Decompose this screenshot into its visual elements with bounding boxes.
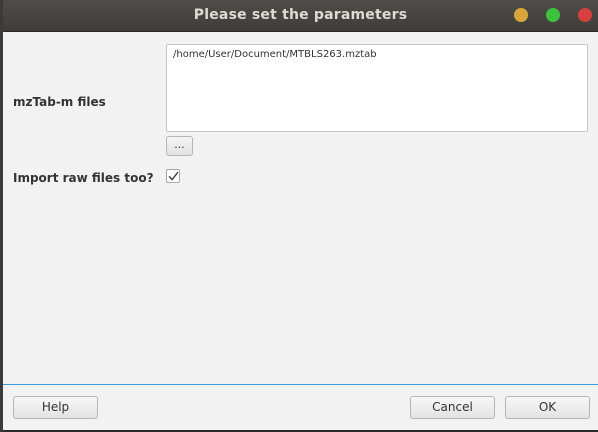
ok-button[interactable]: OK (505, 396, 590, 419)
parameters-dialog: Please set the parameters mzTab-m files … (0, 0, 598, 432)
checkmark-icon (168, 171, 179, 181)
maximize-button[interactable] (546, 8, 560, 22)
minimize-button[interactable] (514, 8, 528, 22)
help-button[interactable]: Help (13, 396, 98, 419)
cancel-button[interactable]: Cancel (410, 396, 495, 419)
file-entry[interactable]: /home/User/Document/MTBLS263.mztab (173, 49, 581, 60)
mztab-files-label: mzTab-m files (13, 95, 106, 109)
title-bar[interactable]: Please set the parameters (3, 0, 598, 32)
close-button[interactable] (578, 8, 592, 22)
dialog-footer: Help Cancel OK (3, 385, 598, 432)
import-raw-checkbox[interactable] (166, 169, 180, 183)
dialog-content: mzTab-m files /home/User/Document/MTBLS2… (3, 32, 598, 384)
window-title: Please set the parameters (193, 7, 408, 23)
mztab-files-list[interactable]: /home/User/Document/MTBLS263.mztab (166, 44, 588, 132)
import-raw-label: Import raw files too? (13, 171, 154, 185)
browse-files-button[interactable]: ... (166, 136, 193, 156)
